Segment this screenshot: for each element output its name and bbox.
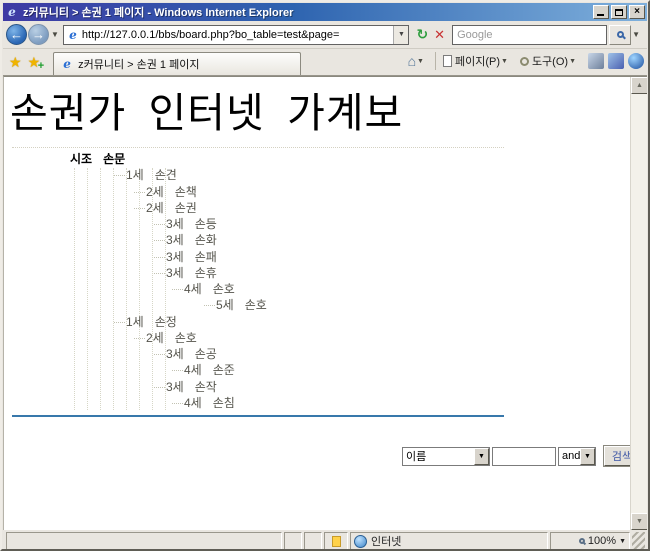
zoom-level: 100% bbox=[588, 535, 616, 547]
address-input[interactable] bbox=[80, 29, 394, 41]
page-alert-icon bbox=[332, 536, 341, 547]
tree-node: 1세손견 bbox=[4, 167, 564, 183]
page-content: 손권가 인터넷 가계보 시조손문1세손견2세손책2세손권3세손등3세손화3세손패… bbox=[3, 76, 647, 530]
search-category-select[interactable]: 이름 ▼ bbox=[402, 447, 490, 466]
forward-button[interactable]: → bbox=[28, 24, 49, 45]
tree-node: 2세손책 bbox=[4, 184, 564, 200]
magnifier-icon bbox=[617, 31, 624, 38]
browser-window: e z커뮤니티 > 손권 1 페이지 - Windows Internet Ex… bbox=[0, 0, 650, 551]
favicon-icon: e bbox=[66, 28, 80, 42]
minimize-icon bbox=[597, 14, 604, 16]
zoom-magnifier-icon bbox=[579, 538, 585, 544]
member-search-form: 이름 ▼ and ▼ 검색 bbox=[402, 446, 640, 466]
chevron-down-icon: ▼ bbox=[417, 58, 424, 65]
home-icon: ⌂ bbox=[408, 53, 416, 69]
tree-node: 1세손정 bbox=[4, 314, 564, 330]
refresh-button[interactable]: ↻ bbox=[416, 26, 428, 43]
stop-button[interactable]: ✕ bbox=[434, 27, 445, 43]
resize-grip[interactable] bbox=[632, 532, 645, 550]
search-box[interactable] bbox=[452, 25, 607, 45]
tree-node: 4세손준 bbox=[4, 362, 564, 378]
command-bar: ⌂▼ 페이지(P)▼ 도구(O)▼ bbox=[404, 49, 644, 75]
genealogy-tree: 시조손문1세손견2세손책2세손권3세손등3세손화3세손패3세손휴4세손호5세손호… bbox=[4, 151, 564, 413]
security-zone-pane: 인터넷 bbox=[350, 532, 548, 550]
tree-node: 2세손권 bbox=[4, 200, 564, 216]
tools-menu-button[interactable]: 도구(O)▼ bbox=[516, 51, 584, 71]
search-bool-value: and bbox=[559, 450, 580, 462]
window-title: z커뮤니티 > 손권 1 페이지 - Windows Internet Expl… bbox=[23, 4, 591, 20]
back-button[interactable]: ← bbox=[6, 24, 27, 45]
blue-rule bbox=[12, 415, 504, 417]
web-search-input[interactable] bbox=[453, 29, 606, 41]
separator bbox=[435, 52, 436, 70]
zoom-control[interactable]: 100% ▼ bbox=[550, 532, 630, 550]
chevron-down-icon: ▼ bbox=[501, 58, 508, 65]
addon-icon-1[interactable] bbox=[588, 53, 604, 69]
search-keyword-input[interactable] bbox=[492, 447, 556, 466]
scroll-up-button[interactable]: ▲ bbox=[631, 77, 647, 94]
vertical-scrollbar[interactable]: ▲ ▼ bbox=[630, 77, 647, 530]
addon-icon-3[interactable] bbox=[628, 53, 644, 69]
tree-node: 4세손침 bbox=[4, 395, 564, 411]
address-bar[interactable]: e ▼ bbox=[63, 25, 410, 45]
maximize-icon bbox=[615, 9, 623, 16]
tree-node: 3세손등 bbox=[4, 216, 564, 232]
status-message-pane bbox=[6, 532, 282, 550]
close-icon: × bbox=[634, 7, 640, 17]
status-pane bbox=[284, 532, 302, 550]
tree-node: 5세손호 bbox=[4, 297, 564, 313]
home-button[interactable]: ⌂▼ bbox=[404, 51, 432, 71]
page-title: 손권가 인터넷 가계보 bbox=[10, 79, 403, 139]
search-go-button[interactable] bbox=[609, 25, 631, 45]
search-category-value: 이름 bbox=[403, 448, 474, 464]
chevron-down-icon[interactable]: ▼ bbox=[619, 538, 626, 545]
plus-icon: + bbox=[38, 60, 44, 72]
globe-icon bbox=[354, 535, 367, 548]
address-dropdown-button[interactable]: ▼ bbox=[393, 26, 408, 44]
chevron-down-icon[interactable]: ▼ bbox=[580, 448, 595, 465]
chevron-down-icon: ▼ bbox=[569, 58, 576, 65]
favorites-center-button[interactable]: ★ bbox=[9, 54, 22, 71]
scroll-down-button[interactable]: ▼ bbox=[631, 513, 647, 530]
tree-node: 3세손작 bbox=[4, 379, 564, 395]
navigation-bar: ← → ▼ e ▼ ↻ ✕ ▼ bbox=[3, 21, 647, 49]
maximize-button[interactable] bbox=[611, 5, 627, 19]
page-menu-label: 페이지(P) bbox=[455, 53, 500, 69]
top-divider bbox=[12, 147, 504, 148]
zone-label: 인터넷 bbox=[371, 533, 401, 549]
status-bar: 인터넷 100% ▼ bbox=[3, 530, 647, 551]
status-pane bbox=[304, 532, 322, 550]
chevron-down-icon[interactable]: ▼ bbox=[474, 448, 489, 465]
search-bool-select[interactable]: and ▼ bbox=[558, 447, 596, 466]
tree-node: 3세손패 bbox=[4, 249, 564, 265]
page-menu-button[interactable]: 페이지(P)▼ bbox=[439, 51, 516, 71]
search-options-icon[interactable]: ▼ bbox=[632, 30, 640, 39]
gear-icon bbox=[520, 57, 529, 66]
tree-node: 시조손문 bbox=[4, 151, 564, 167]
tree-node: 3세손공 bbox=[4, 346, 564, 362]
tree-node: 3세손휴 bbox=[4, 265, 564, 281]
tree-node: 3세손화 bbox=[4, 232, 564, 248]
tab-bar: ★ ★+ e z커뮤니티 > 손권 1 페이지 ⌂▼ 페이지(P)▼ 도구(O)… bbox=[3, 49, 647, 76]
ie-logo-icon: e bbox=[5, 5, 19, 19]
add-favorite-button[interactable]: ★+ bbox=[28, 54, 41, 71]
tree-node: 4세손호 bbox=[4, 281, 564, 297]
page-icon bbox=[443, 55, 452, 67]
tree-node: 2세손호 bbox=[4, 330, 564, 346]
minimize-button[interactable] bbox=[593, 5, 609, 19]
history-dropdown-icon[interactable]: ▼ bbox=[51, 30, 59, 39]
status-alert-pane bbox=[324, 532, 348, 550]
close-button[interactable]: × bbox=[629, 5, 645, 19]
title-bar[interactable]: e z커뮤니티 > 손권 1 페이지 - Windows Internet Ex… bbox=[3, 3, 647, 21]
tab-current[interactable]: e z커뮤니티 > 손권 1 페이지 bbox=[53, 52, 301, 75]
tab-favicon-icon: e bbox=[60, 57, 74, 71]
tab-label: z커뮤니티 > 손권 1 페이지 bbox=[78, 56, 199, 72]
tools-menu-label: 도구(O) bbox=[532, 53, 568, 69]
tree-rows: 시조손문1세손견2세손책2세손권3세손등3세손화3세손패3세손휴4세손호5세손호… bbox=[4, 151, 564, 411]
addon-icon-2[interactable] bbox=[608, 53, 624, 69]
